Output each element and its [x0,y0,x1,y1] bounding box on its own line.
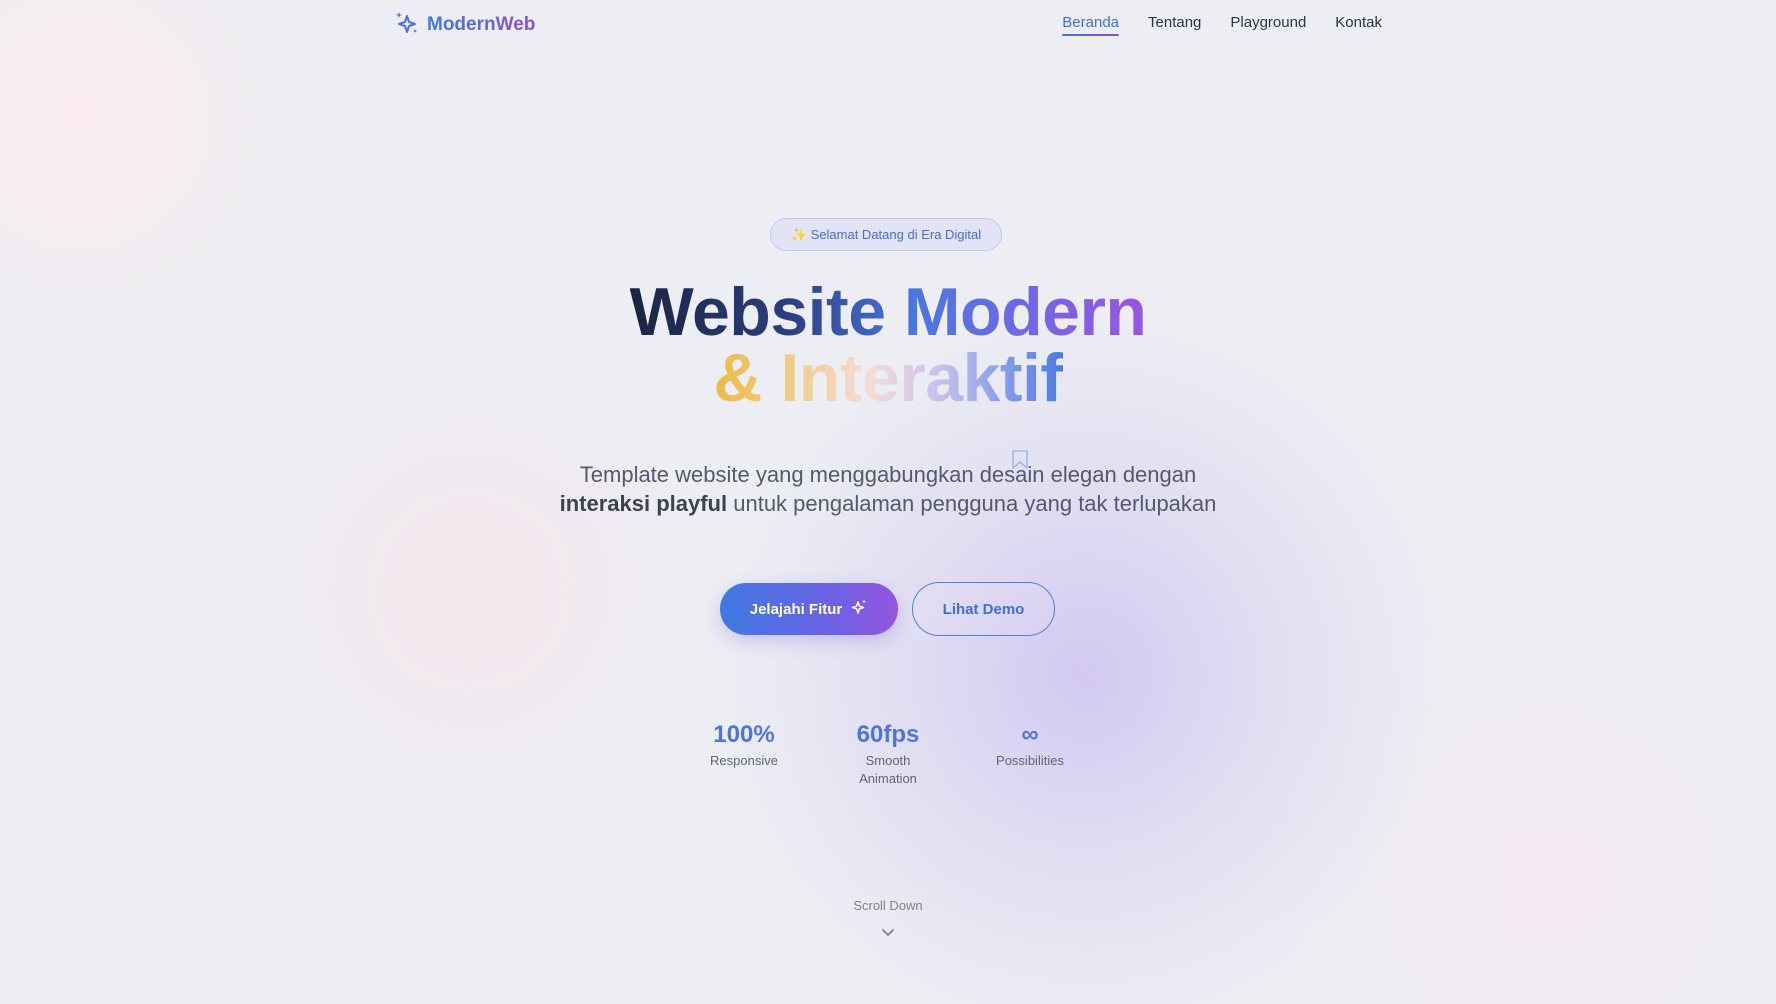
hero-title-line1: Website Modern [0,278,1776,346]
nav-link-kontak[interactable]: Kontak [1335,14,1382,36]
logo[interactable]: ModernWeb [394,10,535,40]
scroll-down-label[interactable]: Scroll Down [0,898,1776,913]
hero-subtitle: Template website yang menggabungkan desa… [538,460,1238,518]
stat-value: 100% [689,720,799,750]
nav-link-tentang[interactable]: Tentang [1148,14,1201,36]
nav-link-beranda[interactable]: Beranda [1062,14,1119,36]
chevron-down-icon[interactable] [880,925,896,945]
stat-value: 60fps [833,720,943,750]
stat-label: Responsive [710,753,778,768]
view-demo-button[interactable]: Lihat Demo [912,582,1055,636]
welcome-badge: ✨ Selamat Datang di Era Digital [770,218,1002,251]
sparkles-icon [394,10,420,40]
stat-responsive: 100% Responsive [689,720,799,770]
stat-value: ∞ [975,720,1085,750]
subtitle-part2: untuk pengalaman pengguna yang tak terlu… [733,491,1217,516]
custom-cursor-icon [1011,449,1029,475]
nav-link-playground[interactable]: Playground [1230,14,1306,36]
hero-title-line2: & Interaktif [0,344,1776,412]
hero-title-line2-text: & Interaktif [713,340,1063,416]
hero-title-line1-text: Website Modern [629,274,1147,350]
stat-label: Smooth Animation [859,753,917,786]
explore-features-label: Jelajahi Fitur [749,600,843,618]
nav-links: Beranda Tentang Playground Kontak [1062,14,1382,36]
subtitle-bold: interaksi playful [559,491,728,516]
stat-label: Possibilities [996,753,1064,768]
explore-features-button[interactable]: Jelajahi Fitur [720,583,898,635]
navbar: ModernWeb Beranda Tentang Playground Kon… [0,0,1776,52]
sparkles-icon [850,598,868,620]
stat-possibilities: ∞ Possibilities [975,720,1085,770]
stat-smooth-animation: 60fps Smooth Animation [833,720,943,788]
subtitle-part1: Template website yang menggabungkan desa… [579,462,1197,487]
logo-text: ModernWeb [427,14,536,35]
